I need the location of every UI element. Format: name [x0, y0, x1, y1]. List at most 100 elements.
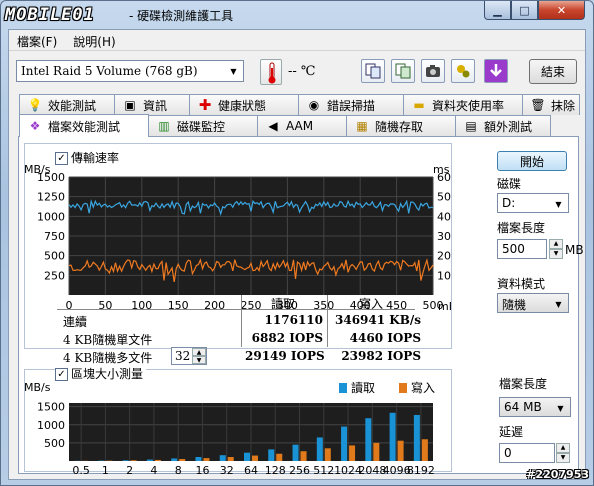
temperature-label: -- ℃: [288, 64, 316, 79]
logo-text: MOBILE01: [5, 5, 95, 25]
x-tick: 0: [66, 299, 73, 312]
data-mode-value: 隨機: [502, 298, 527, 312]
speaker-icon: ◀: [268, 119, 278, 133]
x-tick: 150: [168, 299, 189, 312]
bar-write: [397, 440, 404, 461]
window-title: - 硬碟檢測維護工具: [129, 9, 234, 23]
4kb-multi-read-value: 29149 IOPS: [245, 349, 325, 363]
menu-bar: 檔案(F) 說明(H): [9, 30, 585, 50]
disk-label: 磁碟: [497, 177, 522, 191]
toolbar: Intel Raid 5 Volume (768 gB) ▼ -- ℃ 結束: [9, 50, 585, 90]
app-logo: MOBILE01: [5, 4, 95, 26]
4kb-single-read-value: 6882 IOPS: [251, 331, 323, 345]
chevron-down-icon: ▼: [555, 299, 562, 309]
file-benchmark-icon: ❖: [29, 119, 41, 133]
thermometer-icon[interactable]: [260, 59, 282, 85]
camera-icon[interactable]: [421, 59, 445, 83]
transfer-rate-chart: MB/s ms 15001250100075050025060504030201…: [24, 163, 451, 313]
exit-button[interactable]: 結束: [529, 59, 577, 84]
tab-row-2: ❖ 檔案效能測試 ▥ 磁碟監控 ◀ AAM ▦ 隨機存取 ▤ 額外測試: [19, 114, 551, 137]
block-file-length-label: 檔案長度: [499, 377, 548, 391]
tab-extra-test[interactable]: ▤ 額外測試: [455, 115, 551, 136]
copy-image-icon[interactable]: [391, 59, 415, 83]
y-tick-left: 1250: [37, 191, 65, 204]
chevron-down-icon: ▼: [230, 66, 237, 76]
tab-folder-usage[interactable]: ▬ 資料夾使用率: [403, 94, 523, 115]
y-tick-right: 50: [437, 191, 451, 204]
spin-down-icon[interactable]: ▼: [192, 356, 206, 364]
block-size-chart: MB/s 讀取 寫入 1500 1000 500 0.5 1 2 4 8 16 32 64 128 2…: [24, 380, 435, 475]
spin-up-icon[interactable]: ▲: [549, 239, 563, 249]
legend-write-swatch: [399, 383, 407, 393]
minimize-button[interactable]: ▁: [484, 1, 511, 20]
bar-write: [276, 453, 283, 461]
tab-random-access[interactable]: ▦ 隨機存取: [346, 115, 456, 136]
bar-write: [252, 455, 258, 461]
start-button[interactable]: 開始: [497, 151, 567, 171]
tab-error-scan[interactable]: ◉ 錯誤掃描: [298, 94, 404, 115]
bar-read: [316, 437, 323, 461]
row-label-4kb-single: 4 KB隨機單文件: [63, 333, 153, 347]
x-tick: 450: [386, 299, 407, 312]
bar-read: [268, 449, 275, 461]
row-label-4kb-multi: 4 KB隨機多文件: [63, 351, 153, 365]
y-tick: 1500: [37, 401, 65, 414]
delay-value: 0: [504, 446, 512, 460]
watermark: #2207953: [526, 468, 589, 481]
x-tick: 50: [98, 299, 112, 312]
x-unit: mB: [438, 300, 451, 313]
y-tick-left: 1500: [37, 171, 65, 184]
tab-aam[interactable]: ◀ AAM: [257, 115, 347, 136]
y-tick-right: 60: [437, 171, 451, 184]
spin-down-icon[interactable]: ▼: [549, 249, 563, 259]
spin-up-icon[interactable]: ▲: [192, 348, 206, 356]
x-tick: 2: [126, 464, 133, 475]
disk-select[interactable]: D: ▼: [497, 193, 569, 213]
bar-write: [154, 459, 161, 461]
chevron-down-icon: ▼: [557, 403, 564, 413]
spin-down-icon[interactable]: ▼: [556, 453, 570, 463]
delay-input[interactable]: 0: [499, 443, 555, 463]
block-file-length-value: 64 MB: [504, 400, 542, 414]
tab-benchmark[interactable]: 💡 效能測試: [19, 94, 115, 115]
menu-file[interactable]: 檔案(F): [9, 30, 65, 50]
bar-read: [171, 458, 178, 461]
download-icon[interactable]: [484, 59, 508, 83]
title-bar[interactable]: MOBILE01 - 硬碟檢測維護工具 ▁ □ ✕: [1, 1, 593, 29]
tab-disk-monitor[interactable]: ▥ 磁碟監控: [148, 115, 258, 136]
extra-test-icon: ▤: [465, 119, 477, 133]
bar-write: [421, 439, 428, 461]
options-icon[interactable]: [451, 59, 475, 83]
legend-read-swatch: [339, 383, 347, 393]
menu-help[interactable]: 說明(H): [65, 30, 123, 50]
disk-select-value: D:: [502, 196, 516, 210]
close-button[interactable]: ✕: [538, 1, 585, 20]
results-divider-1: [241, 295, 242, 347]
folder-icon: ▬: [413, 98, 425, 112]
file-length-input[interactable]: 500: [497, 239, 547, 259]
bar-write: [349, 445, 356, 461]
x-tick: 350: [313, 299, 334, 312]
data-mode-select[interactable]: 隨機 ▼: [497, 293, 569, 313]
file-benchmark-panel: ✓ 傳輸速率 MB/s ms 1500 1250 1000 750 500 250 60 50 4…: [18, 136, 584, 475]
tab-info[interactable]: ▣ 資訊: [114, 94, 190, 115]
col-read-header: 讀取: [271, 297, 296, 311]
bar-read: [122, 460, 129, 461]
queue-depth-value: 32: [175, 349, 191, 363]
maximize-button[interactable]: □: [511, 1, 538, 20]
legend-write-label: 寫入: [411, 380, 435, 395]
chevron-down-icon: ▼: [555, 199, 562, 209]
x-tick: 1: [102, 464, 109, 475]
copy-text-icon[interactable]: [361, 59, 385, 83]
drive-select-value: Intel Raid 5 Volume (768 gB): [21, 64, 198, 78]
tab-file-benchmark[interactable]: ❖ 檔案效能測試: [19, 114, 149, 137]
lightbulb-icon: 💡: [27, 98, 43, 112]
tab-health[interactable]: ✚ 健康狀態: [189, 94, 299, 115]
drive-select[interactable]: Intel Raid 5 Volume (768 gB) ▼: [16, 60, 244, 82]
y-tick-right: 40: [437, 210, 451, 223]
tab-erase[interactable]: 🗑 抹除: [522, 94, 580, 115]
spin-up-icon[interactable]: ▲: [556, 443, 570, 453]
bar-read: [365, 418, 372, 461]
file-length-unit: MB: [565, 243, 584, 257]
block-file-length-select[interactable]: 64 MB ▼: [499, 397, 571, 417]
